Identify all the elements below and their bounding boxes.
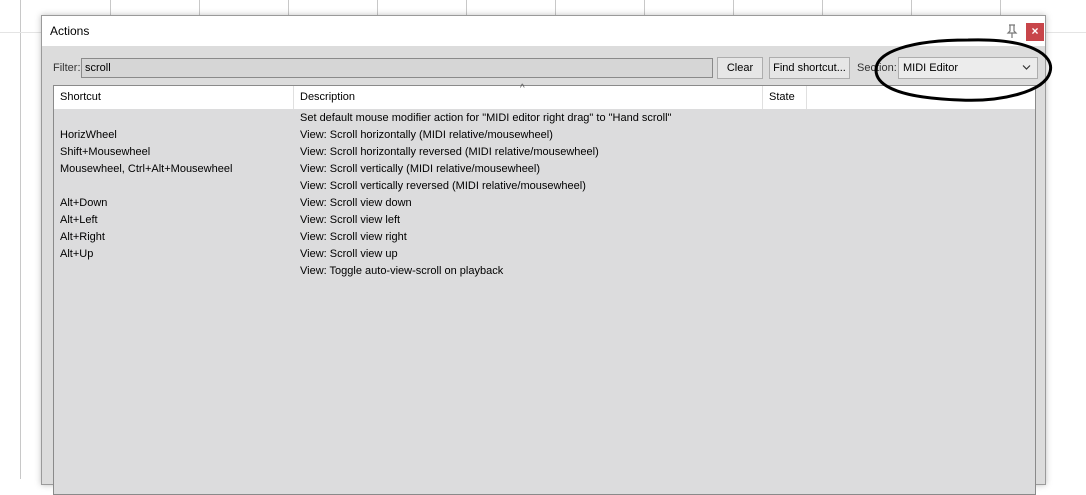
shortcut-cell: Alt+Left bbox=[60, 214, 98, 226]
clear-button[interactable]: Clear bbox=[717, 57, 763, 79]
background-line bbox=[20, 0, 21, 479]
pin-icon[interactable] bbox=[1004, 23, 1020, 39]
table-row[interactable]: HorizWheel View: Scroll horizontally (MI… bbox=[54, 127, 1035, 144]
description-cell: View: Toggle auto-view-scroll on playbac… bbox=[300, 265, 504, 277]
description-cell: View: Scroll vertically (MIDI relative/m… bbox=[300, 163, 541, 175]
table-row[interactable]: Alt+Up View: Scroll view up bbox=[54, 246, 1035, 263]
section-label: Section: bbox=[857, 62, 897, 74]
shortcut-cell: Shift+Mousewheel bbox=[60, 146, 151, 158]
shortcut-cell: Alt+Right bbox=[60, 231, 105, 243]
actions-table: Shortcut Description ^ State Set default… bbox=[53, 83, 1036, 495]
background-grid-line bbox=[0, 32, 41, 33]
close-icon: × bbox=[1031, 24, 1039, 38]
shortcut-cell: Alt+Down bbox=[60, 197, 108, 209]
sort-indicator-icon: ^ bbox=[520, 83, 525, 94]
shortcut-cell: HorizWheel bbox=[60, 129, 117, 141]
description-cell: View: Scroll horizontally (MIDI relative… bbox=[300, 129, 553, 141]
table-row[interactable]: View: Scroll vertically reversed (MIDI r… bbox=[54, 178, 1035, 195]
table-header: Shortcut Description ^ State bbox=[54, 83, 1035, 109]
shortcut-cell: Mousewheel, Ctrl+Alt+Mousewheel bbox=[60, 163, 233, 175]
title-bar[interactable]: Actions × bbox=[42, 16, 1045, 46]
filter-label: Filter: bbox=[53, 62, 81, 74]
find-shortcut-button[interactable]: Find shortcut... bbox=[769, 57, 850, 79]
description-cell: View: Scroll view up bbox=[300, 248, 398, 260]
section-dropdown[interactable]: MIDI Editor bbox=[898, 57, 1038, 79]
table-row[interactable]: Alt+Down View: Scroll view down bbox=[54, 195, 1035, 212]
table-row[interactable]: Set default mouse modifier action for "M… bbox=[54, 110, 1035, 127]
section-selected-value: MIDI Editor bbox=[903, 62, 959, 74]
description-cell: View: Scroll view down bbox=[300, 197, 412, 209]
chevron-down-icon bbox=[1022, 65, 1031, 70]
dialog-title: Actions bbox=[50, 24, 90, 38]
table-row[interactable]: Alt+Left View: Scroll view left bbox=[54, 212, 1035, 229]
table-row[interactable]: Alt+Right View: Scroll view right bbox=[54, 229, 1035, 246]
filter-input[interactable] bbox=[81, 58, 713, 78]
actions-dialog: Actions × Filter: Clear Find shortcut...… bbox=[41, 15, 1046, 495]
description-cell: View: Scroll vertically reversed (MIDI r… bbox=[300, 180, 586, 192]
column-header-state[interactable]: State bbox=[763, 86, 807, 109]
description-cell: View: Scroll horizontally reversed (MIDI… bbox=[300, 146, 599, 158]
table-row[interactable]: View: Toggle auto-view-scroll on playbac… bbox=[54, 263, 1035, 280]
background-grid-line bbox=[1046, 32, 1086, 33]
close-button[interactable]: × bbox=[1026, 23, 1044, 41]
table-row[interactable]: Shift+Mousewheel View: Scroll horizontal… bbox=[54, 144, 1035, 161]
description-cell: View: Scroll view right bbox=[300, 231, 407, 243]
shortcut-cell: Alt+Up bbox=[60, 248, 94, 260]
column-header-shortcut[interactable]: Shortcut bbox=[54, 86, 294, 109]
table-row[interactable]: Mousewheel, Ctrl+Alt+Mousewheel View: Sc… bbox=[54, 161, 1035, 178]
description-cell: View: Scroll view left bbox=[300, 214, 401, 226]
column-header-description[interactable]: Description bbox=[294, 86, 763, 109]
description-cell: Set default mouse modifier action for "M… bbox=[300, 112, 672, 124]
